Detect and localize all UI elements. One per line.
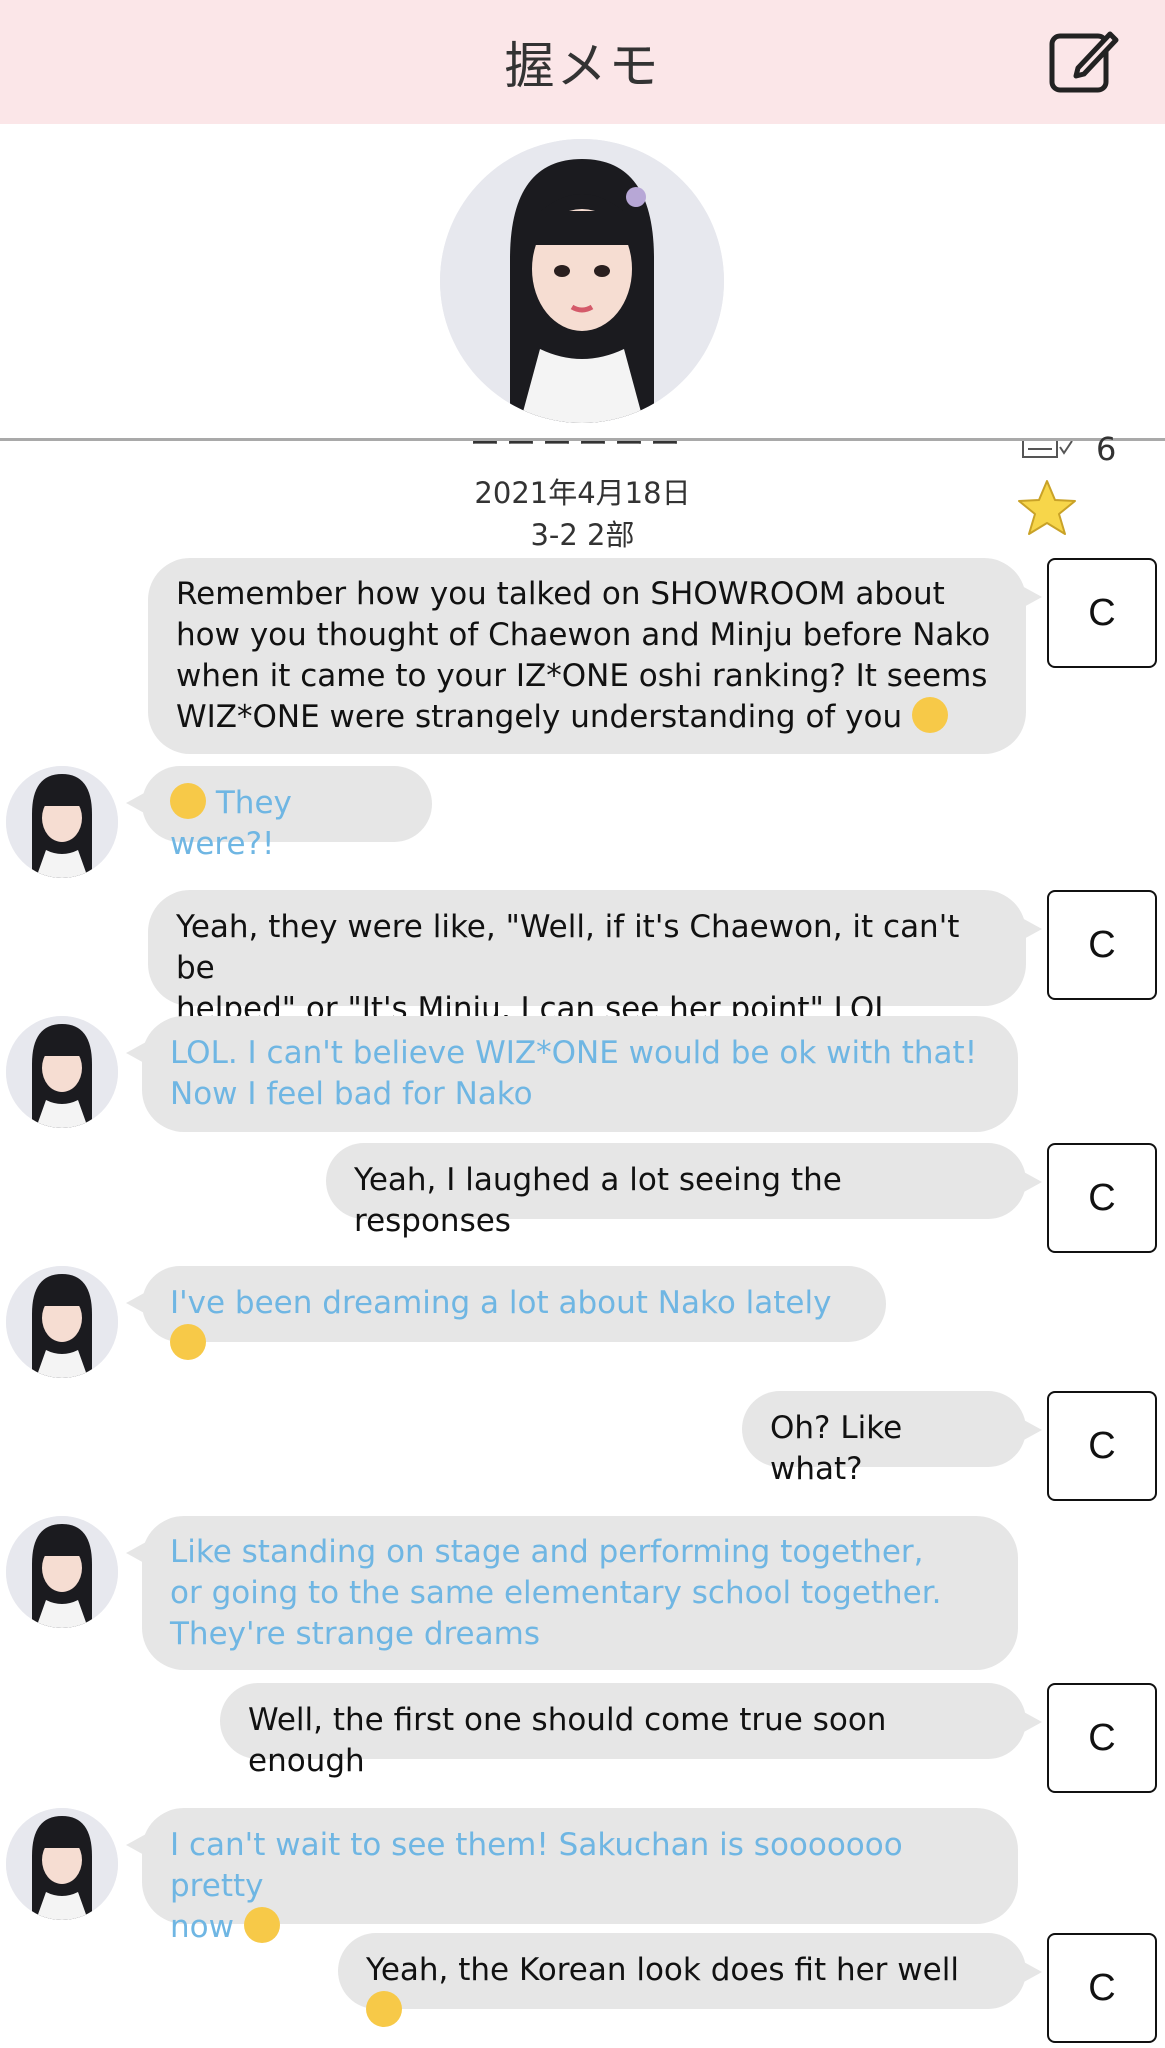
- chat-bubble-received: They were?!: [126, 766, 432, 862]
- ticket-count: 6: [1096, 430, 1117, 468]
- member-avatar: [6, 1266, 118, 1378]
- profile-avatar: [440, 139, 724, 423]
- chat-bubble-sent: Remember how you talked on SHOWROOM abou…: [148, 558, 1042, 754]
- c-button[interactable]: C: [1047, 1391, 1157, 1501]
- chat-bubble-sent: Well, the first one should come true soo…: [220, 1683, 1042, 1779]
- message-text: Yeah, the Korean look does fit her well: [366, 1952, 959, 1988]
- memo-session: 3-2 2部: [530, 518, 635, 552]
- message-text: Like standing on stage and performing to…: [170, 1534, 942, 1652]
- message-text: Oh? Like what?: [770, 1410, 903, 1487]
- chat-bubble-sent: Yeah, the Korean look does fit her well: [338, 1933, 1042, 2027]
- memo-date: 2021年4月18日: [474, 476, 691, 510]
- pleading-emoji-icon: [170, 1324, 206, 1360]
- chat-bubble-received: Like standing on stage and performing to…: [126, 1516, 1018, 1670]
- message-text: Remember how you talked on SHOWROOM abou…: [176, 576, 991, 735]
- chat-bubble-sent: Yeah, they were like, "Well, if it's Cha…: [148, 890, 1042, 1027]
- laughing-emoji-icon: [912, 697, 948, 733]
- message-text: Yeah, I laughed a lot seeing the respons…: [354, 1162, 842, 1239]
- c-button[interactable]: C: [1047, 1683, 1157, 1793]
- member-name-clipped: ーーーーーー: [470, 441, 690, 455]
- chat-bubble-received: I can't wait to see them! Sakuchan is so…: [126, 1808, 1018, 1945]
- member-avatar: [6, 1516, 118, 1628]
- message-text: Well, the first one should come true soo…: [248, 1702, 887, 1779]
- chat-bubble-received: LOL. I can't believe WIZ*ONE would be ok…: [126, 1016, 1018, 1132]
- c-button[interactable]: C: [1047, 1933, 1157, 2043]
- c-button[interactable]: C: [1047, 1143, 1157, 1253]
- page-title: 握メモ: [504, 37, 661, 95]
- smiling-hearts-emoji-icon: [366, 1991, 402, 2027]
- app-header: 握メモ: [0, 0, 1165, 124]
- member-avatar: [6, 766, 118, 878]
- message-text: Yeah, they were like, "Well, if it's Cha…: [176, 909, 960, 1027]
- heart-eyes-emoji-icon: [243, 1907, 280, 1943]
- chat-bubble-sent: Oh? Like what?: [742, 1391, 1042, 1487]
- ticket-icon: [1022, 441, 1073, 458]
- chat-bubble-sent: Yeah, I laughed a lot seeing the respons…: [326, 1143, 1042, 1239]
- rofl-emoji-icon: [170, 783, 206, 819]
- message-text: LOL. I can't believe WIZ*ONE would be ok…: [170, 1035, 978, 1112]
- message-text: I've been dreaming a lot about Nako late…: [170, 1285, 832, 1321]
- c-button[interactable]: C: [1047, 558, 1157, 668]
- message-text: I can't wait to see them! Sakuchan is so…: [170, 1827, 903, 1945]
- c-button[interactable]: C: [1047, 890, 1157, 1000]
- member-avatar: [6, 1016, 118, 1128]
- chat-bubble-received: I've been dreaming a lot about Nako late…: [126, 1266, 886, 1360]
- favorite-star-icon[interactable]: [1016, 478, 1078, 538]
- member-avatar: [6, 1808, 118, 1920]
- edit-icon[interactable]: [1048, 26, 1120, 94]
